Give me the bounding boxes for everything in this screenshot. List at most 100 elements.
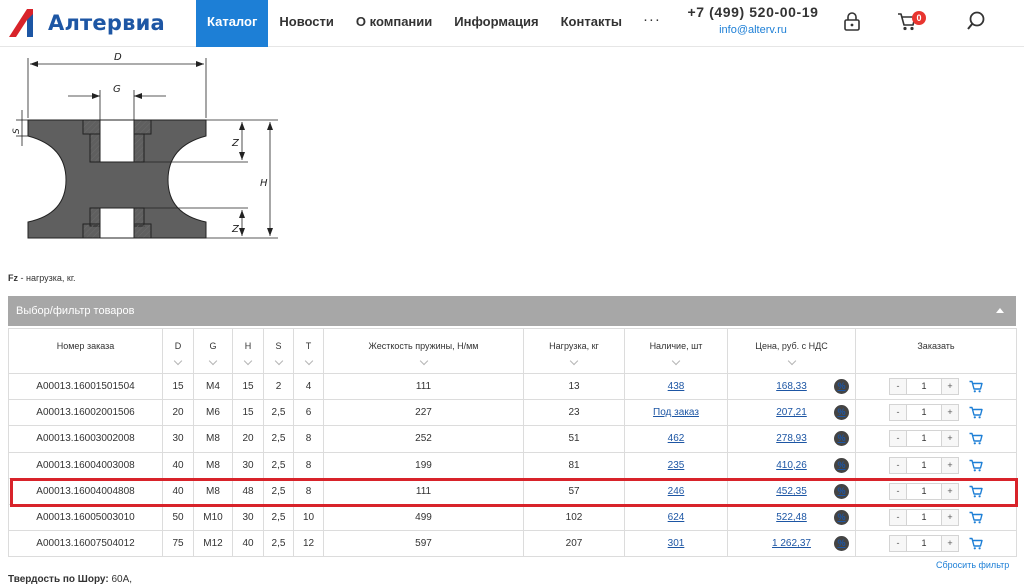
increase-qty-button[interactable]: + bbox=[941, 482, 959, 500]
nav-item-catalog[interactable]: Каталог bbox=[196, 0, 269, 47]
add-to-cart-icon[interactable] bbox=[969, 485, 983, 498]
col-header-price[interactable]: Цена, руб. с НДС bbox=[727, 328, 856, 374]
cell-h: 15 bbox=[232, 399, 264, 427]
lock-icon[interactable] bbox=[841, 10, 863, 32]
add-to-cart-icon[interactable] bbox=[969, 432, 983, 445]
cell-t: 12 bbox=[293, 530, 324, 558]
col-header-s[interactable]: S bbox=[263, 328, 294, 374]
nav-item-about[interactable]: О компании bbox=[345, 0, 443, 47]
quantity-input[interactable]: 1 bbox=[907, 509, 941, 527]
chevron-down-icon[interactable] bbox=[274, 356, 283, 365]
quantity-input[interactable]: 1 bbox=[907, 430, 941, 448]
col-header-t[interactable]: T bbox=[293, 328, 324, 374]
add-to-cart-icon[interactable] bbox=[969, 406, 983, 419]
cell-g: M8 bbox=[193, 425, 233, 453]
nav-more-button[interactable]: ··· bbox=[633, 0, 671, 47]
add-to-cart-icon[interactable] bbox=[969, 459, 983, 472]
cell-stiffness: 111 bbox=[323, 477, 524, 505]
decrease-qty-button[interactable]: - bbox=[889, 378, 907, 396]
add-to-cart-icon[interactable] bbox=[969, 511, 983, 524]
add-to-cart-icon[interactable] bbox=[969, 380, 983, 393]
quantity-input[interactable]: 1 bbox=[907, 378, 941, 396]
price-link[interactable]: 522,48 bbox=[776, 512, 807, 523]
add-to-cart-icon[interactable] bbox=[969, 537, 983, 550]
chevron-down-icon[interactable] bbox=[419, 356, 428, 365]
collapse-caret-icon[interactable] bbox=[996, 308, 1004, 313]
quantity-input[interactable]: 1 bbox=[907, 482, 941, 500]
table-row: A00013.16003002008 30 M8 20 2,5 8 252 51 462 278,… bbox=[8, 425, 1017, 453]
increase-qty-button[interactable]: + bbox=[941, 404, 959, 422]
cell-order-controls: -1 + bbox=[855, 372, 1017, 401]
reset-filter-link[interactable]: Сбросить фильтр bbox=[936, 560, 1009, 570]
discount-icon[interactable]: % bbox=[834, 536, 849, 552]
logo-mark-icon bbox=[9, 9, 33, 37]
increase-qty-button[interactable]: + bbox=[941, 509, 959, 527]
col-header-d[interactable]: D bbox=[162, 328, 194, 374]
increase-qty-button[interactable]: + bbox=[941, 456, 959, 474]
col-header-order: Заказать bbox=[855, 328, 1017, 374]
price-link[interactable]: 1 262,37 bbox=[772, 538, 811, 549]
cell-t: 8 bbox=[293, 425, 324, 453]
cell-order-controls: -1 + bbox=[855, 530, 1017, 558]
col-header-g[interactable]: G bbox=[193, 328, 233, 374]
logo[interactable]: Алтервиа bbox=[8, 8, 165, 38]
price-link[interactable]: 168,33 bbox=[776, 381, 807, 392]
decrease-qty-button[interactable]: - bbox=[889, 430, 907, 448]
price-link[interactable]: 410,26 bbox=[776, 460, 807, 471]
quantity-input[interactable]: 1 bbox=[907, 404, 941, 422]
col-header-stiffness[interactable]: Жесткость пружины, Н/мм bbox=[323, 328, 524, 374]
col-header-load[interactable]: Нагрузка, кг bbox=[523, 328, 625, 374]
quantity-stepper: -1 + bbox=[858, 509, 1014, 527]
discount-icon[interactable]: % bbox=[834, 457, 849, 473]
decrease-qty-button[interactable]: - bbox=[889, 456, 907, 474]
phone-number[interactable]: +7 (499) 520-00-19 bbox=[684, 4, 822, 20]
nav-item-info[interactable]: Информация bbox=[443, 0, 549, 47]
cell-h: 48 bbox=[232, 477, 264, 505]
increase-qty-button[interactable]: + bbox=[941, 378, 959, 396]
chevron-down-icon[interactable] bbox=[208, 356, 218, 365]
quantity-stepper: -1 + bbox=[858, 535, 1014, 553]
chevron-down-icon[interactable] bbox=[243, 356, 253, 365]
decrease-qty-button[interactable]: - bbox=[889, 482, 907, 500]
col-header-h[interactable]: H bbox=[232, 328, 264, 374]
discount-icon[interactable]: % bbox=[834, 379, 849, 394]
discount-icon[interactable]: % bbox=[834, 509, 849, 525]
filter-toggle-bar[interactable]: Выбор/фильтр товаров bbox=[8, 296, 1016, 326]
price-link[interactable]: 452,35 bbox=[776, 486, 807, 497]
cell-stock-link[interactable]: 624 bbox=[624, 503, 728, 532]
nav-item-news[interactable]: Новости bbox=[268, 0, 345, 47]
cell-stock-link[interactable]: 438 bbox=[624, 372, 728, 401]
chevron-down-icon[interactable] bbox=[304, 356, 313, 365]
cell-stock-link[interactable]: 462 bbox=[624, 425, 728, 453]
chevron-down-icon[interactable] bbox=[787, 356, 796, 365]
cell-stock-link[interactable]: 301 bbox=[624, 530, 728, 558]
decrease-qty-button[interactable]: - bbox=[889, 535, 907, 553]
chevron-down-icon[interactable] bbox=[671, 356, 681, 365]
quantity-input[interactable]: 1 bbox=[907, 535, 941, 553]
cell-g: M10 bbox=[193, 503, 233, 532]
discount-icon[interactable]: % bbox=[834, 483, 849, 499]
email-link[interactable]: info@alterv.ru bbox=[684, 24, 822, 36]
decrease-qty-button[interactable]: - bbox=[889, 509, 907, 527]
discount-icon[interactable]: % bbox=[834, 405, 849, 421]
quantity-input[interactable]: 1 bbox=[907, 456, 941, 474]
cell-load: 207 bbox=[523, 530, 625, 558]
price-link[interactable]: 207,21 bbox=[776, 407, 807, 418]
price-link[interactable]: 278,93 bbox=[776, 433, 807, 444]
cell-stock-link[interactable]: 235 bbox=[624, 451, 728, 479]
decrease-qty-button[interactable]: - bbox=[889, 404, 907, 422]
table-header-row: Номер заказа D G H S T Жесткость пружины… bbox=[8, 328, 1017, 374]
increase-qty-button[interactable]: + bbox=[941, 430, 959, 448]
chevron-down-icon[interactable] bbox=[173, 356, 183, 365]
shore-hardness-value: 60А, bbox=[108, 574, 133, 584]
cell-price: 522,48% bbox=[727, 503, 856, 532]
cell-stock-link[interactable]: Под заказ bbox=[624, 399, 728, 427]
col-header-order-code[interactable]: Номер заказа bbox=[8, 328, 163, 374]
nav-item-contacts[interactable]: Контакты bbox=[550, 0, 633, 47]
col-header-stock[interactable]: Наличие, шт bbox=[624, 328, 728, 374]
search-icon[interactable] bbox=[965, 10, 987, 32]
chevron-down-icon[interactable] bbox=[569, 356, 579, 365]
discount-icon[interactable]: % bbox=[834, 431, 849, 447]
increase-qty-button[interactable]: + bbox=[941, 535, 959, 553]
cell-stock-link[interactable]: 246 bbox=[624, 477, 728, 505]
